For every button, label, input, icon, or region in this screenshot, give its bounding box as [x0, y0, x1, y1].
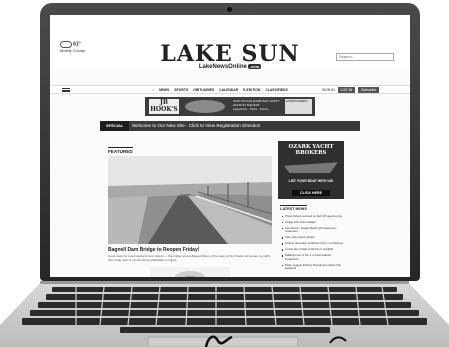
side-ad-title: OZARK YACHT BROKERS	[288, 144, 334, 156]
ad-headline: JOIN US FOR EVERYDAY HAPPY HOUR IN THE B…	[233, 99, 280, 107]
side-ad-line: LIST YOUR BOAT WITH US!	[288, 179, 334, 183]
boat-image	[284, 162, 338, 173]
side-ad-yacht-brokers[interactable]: OZARK YACHT BROKERS LIST YOUR BOAT WITH …	[278, 141, 344, 199]
latest-news-item[interactable]: Osage wins third straight	[282, 220, 344, 224]
featured-photo[interactable]	[108, 156, 272, 244]
latest-news-item[interactable]: Major League Fishing Tournament draws th…	[282, 263, 344, 271]
main-navbar: ⌂ NEWS SPORTS OBITUARIES CALENDAR E-EDIT…	[50, 85, 410, 94]
login-button[interactable]: LOG IN	[337, 87, 356, 93]
ad-subtext: Appetizers · Pizza · Drinks	[233, 107, 269, 111]
latest-news-item[interactable]: Fishers dominate 'sunflower fest' in con…	[282, 241, 344, 245]
secondary-photo-graphic	[150, 267, 230, 277]
laptop-keyboard-base	[0, 281, 449, 347]
special-tag: SPECIAL	[100, 121, 130, 131]
laptop-screen: 61° Mostly Cloudy LAKE SUN LakeNewsOnlin…	[50, 15, 410, 277]
special-announcement-bar[interactable]: SPECIAL Welcome to Our New Site - Click …	[100, 121, 360, 131]
latest-news-item[interactable]: Lake rally draws visitors	[282, 235, 344, 239]
nav-item-classifieds[interactable]: CLASSIFIEDS	[265, 87, 287, 93]
featured-blurb: Good news for local residents and visito…	[108, 254, 271, 262]
special-text: Welcome to Our New Site - Click to View …	[132, 123, 261, 128]
nav-item-news[interactable]: NEWS	[159, 87, 169, 93]
latest-news-item[interactable]: Three fishers rescued on April 26 openin…	[282, 214, 344, 218]
site-header: 61° Mostly Cloudy LAKE SUN LakeNewsOnlin…	[50, 15, 410, 70]
latest-news-list: Three fishers rescued on April 26 openin…	[282, 214, 344, 273]
site-domain-badge: .com	[247, 64, 262, 69]
ad-fish-image	[185, 100, 225, 113]
nav-menu: ⌂ NEWS SPORTS OBITUARIES CALENDAR E-EDIT…	[152, 87, 288, 93]
bridge-photo	[108, 156, 272, 244]
nav-item-calendar[interactable]: CALENDAR	[219, 87, 238, 93]
home-icon[interactable]: ⌂	[152, 87, 154, 93]
nav-item-obituaries[interactable]: OBITUARIES	[193, 87, 214, 93]
subscribe-button[interactable]: Subscribe	[358, 87, 380, 93]
side-ad-cta-button[interactable]: CLICK HERE	[292, 190, 330, 196]
featured-headline[interactable]: Bagnell Dam Bridge to Reopen Friday!	[108, 247, 199, 253]
nav-account: SIGN IN LOG IN Subscribe	[322, 87, 380, 93]
search-input[interactable]: Search...	[336, 53, 394, 61]
latest-news-label: LATEST NEWS	[280, 205, 307, 211]
laptop-lid: 61° Mostly Cloudy LAKE SUN LakeNewsOnlin…	[40, 3, 420, 281]
nav-item-sports[interactable]: SPORTS	[174, 87, 188, 93]
ad-brand-logo: JB HOOK'S	[149, 99, 179, 114]
secondary-article-photo[interactable]	[150, 267, 230, 277]
latest-news-item[interactable]: Local Lake Charter Hall fun in spotlight	[282, 247, 344, 251]
latest-news-item[interactable]: Bulldogs rise to No. 1 in final Catholic…	[282, 254, 344, 261]
hamburger-menu-icon[interactable]	[62, 88, 70, 92]
nav-item-e-edition[interactable]: E-EDITION	[243, 87, 260, 93]
top-ad-banner[interactable]: JB HOOK'S JOIN US FOR EVERYDAY HAPPY HOU…	[145, 97, 315, 116]
ad-text: JOIN US FOR EVERYDAY HAPPY HOUR IN THE B…	[233, 99, 281, 111]
sign-in-link[interactable]: SIGN IN	[322, 87, 335, 93]
site-domain: LakeNewsOnline	[198, 64, 247, 70]
latest-news-item[interactable]: Camdenton, Osage Beach gift 'awesome' re…	[282, 226, 344, 234]
webcam-icon	[227, 7, 232, 12]
site-logo-subtitle[interactable]: LakeNewsOnline .com	[50, 64, 410, 70]
featured-section-label: FEATURED	[108, 147, 133, 154]
ad-entertainment-box: ENTERTAINMENT	[285, 99, 312, 114]
